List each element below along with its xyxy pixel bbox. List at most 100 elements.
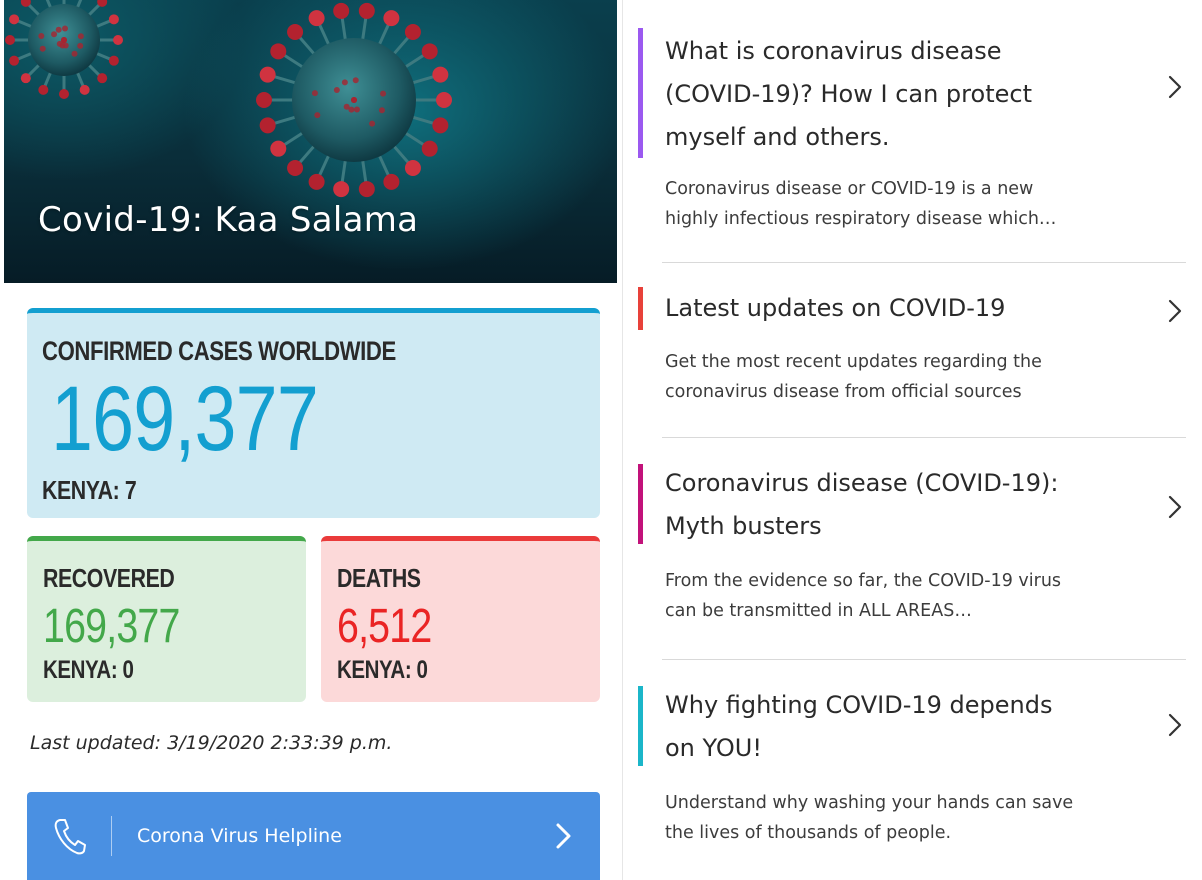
confirmed-kenya: KENYA: 7 [42, 475, 137, 505]
article-description: Coronavirus disease or COVID-19 is a new… [665, 179, 1057, 229]
recovered-card: RECOVERED 169,377 KENYA: 0 [27, 536, 306, 702]
article-title: Latest updates on COVID-19 [665, 294, 1006, 322]
virus-spike-tip [9, 14, 20, 25]
virus-surface-dot [77, 33, 84, 40]
virus-spike-tip [308, 10, 325, 27]
confirmed-value: 169,377 [51, 368, 319, 470]
article-title: What is coronavirus disease (COVID-19)? … [665, 37, 1032, 151]
accent-bar [638, 686, 643, 766]
virus-spike-tip [287, 23, 304, 40]
virus-surface-dot [61, 37, 67, 43]
virus-spike-tip [404, 23, 421, 40]
virus-spike-tip [108, 14, 119, 25]
deaths-value: 6,512 [337, 600, 432, 653]
virus-spike-tip [97, 73, 108, 84]
virus-spike-tip [79, 84, 90, 95]
virus-spike-tip [383, 10, 400, 27]
chevron-right-icon [1168, 495, 1182, 519]
article-item[interactable]: Latest updates on COVID-19 Get the most … [638, 285, 1186, 435]
helpline-button[interactable]: Corona Virus Helpline [27, 792, 600, 880]
virus-surface-dot [333, 87, 340, 94]
virus-large [256, 2, 452, 198]
virus-spike-tip [108, 55, 119, 66]
confirmed-cases-card: CONFIRMED CASES WORLDWIDE 169,377 KENYA:… [27, 308, 600, 518]
virus-spike-tip [358, 2, 375, 19]
divider [662, 659, 1186, 660]
virus-spike-tip [404, 160, 421, 177]
chevron-right-icon [1168, 299, 1182, 323]
chevron-right-icon [556, 823, 571, 849]
virus-spike-tip [113, 35, 123, 45]
virus-surface-dot [353, 106, 360, 113]
virus-surface-dot [378, 107, 385, 114]
recovered-kenya: KENYA: 0 [43, 656, 134, 684]
article-description: Understand why washing your hands can sa… [665, 793, 1074, 843]
virus-spike-tip [38, 84, 49, 95]
article-description: Get the most recent updates regarding th… [665, 352, 1042, 402]
virus-spike-tip [5, 35, 15, 45]
helpline-divider [111, 816, 112, 856]
virus-spike-tip [259, 117, 276, 134]
divider [662, 262, 1186, 263]
virus-spike-tip [9, 55, 20, 66]
virus-spike-tip [421, 140, 438, 157]
article-item[interactable]: Why fighting COVID-19 depends on YOU! Un… [638, 684, 1186, 874]
recovered-value: 169,377 [43, 600, 180, 653]
virus-spike-tip [256, 92, 272, 108]
virus-spike-tip [333, 181, 350, 198]
virus-surface-dot [38, 32, 45, 39]
virus-surface-dot [341, 79, 348, 86]
virus-spike-tip [432, 117, 449, 134]
virus-surface-dot [314, 112, 321, 119]
virus-surface-dot [352, 77, 359, 84]
virus-spike-tip [432, 66, 449, 83]
deaths-label: DEATHS [337, 563, 421, 593]
virus-surface-dot [369, 120, 376, 127]
virus-spike-tip [287, 160, 304, 177]
virus-spike-tip [20, 73, 31, 84]
virus-surface-dot [71, 50, 78, 57]
virus-surface-dot [62, 25, 69, 32]
confirmed-label: CONFIRMED CASES WORLDWIDE [42, 336, 396, 366]
virus-spike-tip [270, 140, 287, 157]
virus-surface-dot [51, 31, 58, 38]
virus-spike-tip [333, 2, 350, 19]
virus-spike-tip [308, 173, 325, 190]
virus-spike-tip [358, 181, 375, 198]
phone-icon [54, 819, 86, 855]
virus-small [5, 0, 123, 99]
accent-bar [638, 287, 643, 330]
article-item[interactable]: Coronavirus disease (COVID-19): Myth bus… [638, 462, 1186, 652]
virus-surface-dot [62, 42, 69, 49]
articles-panel: What is coronavirus disease (COVID-19)? … [622, 0, 1202, 880]
virus-spike-tip [259, 66, 276, 83]
article-item[interactable]: What is coronavirus disease (COVID-19)? … [638, 28, 1186, 258]
recovered-label: RECOVERED [43, 563, 175, 593]
deaths-kenya: KENYA: 0 [337, 656, 428, 684]
virus-spike-tip [436, 92, 452, 108]
article-description: From the evidence so far, the COVID-19 v… [665, 571, 1062, 621]
virus-spike-tip [59, 89, 69, 99]
virus-surface-dot [348, 106, 355, 113]
helpline-label: Corona Virus Helpline [137, 825, 342, 847]
virus-spike-tip [383, 173, 400, 190]
virus-surface-dot [351, 97, 357, 103]
last-updated: Last updated: 3/19/2020 2:33:39 p.m. [30, 732, 393, 754]
article-title: Coronavirus disease (COVID-19): Myth bus… [665, 469, 1059, 540]
deaths-card: DEATHS 6,512 KENYA: 0 [321, 536, 600, 702]
page-title: Covid-19: Kaa Salama [38, 200, 419, 240]
chevron-right-icon [1168, 75, 1182, 99]
virus-illustration [5, 0, 452, 198]
accent-bar [638, 464, 643, 544]
hero-banner: Covid-19: Kaa Salama [4, 0, 617, 283]
virus-surface-dot [77, 42, 84, 49]
accent-bar [638, 28, 643, 158]
virus-spike-tip [270, 43, 287, 60]
chevron-right-icon [1168, 713, 1182, 737]
virus-spike-tip [421, 43, 438, 60]
virus-surface-dot [55, 26, 62, 33]
divider [662, 437, 1186, 438]
virus-surface-dot [380, 90, 387, 97]
article-title: Why fighting COVID-19 depends on YOU! [665, 691, 1053, 762]
virus-surface-dot [39, 45, 46, 52]
